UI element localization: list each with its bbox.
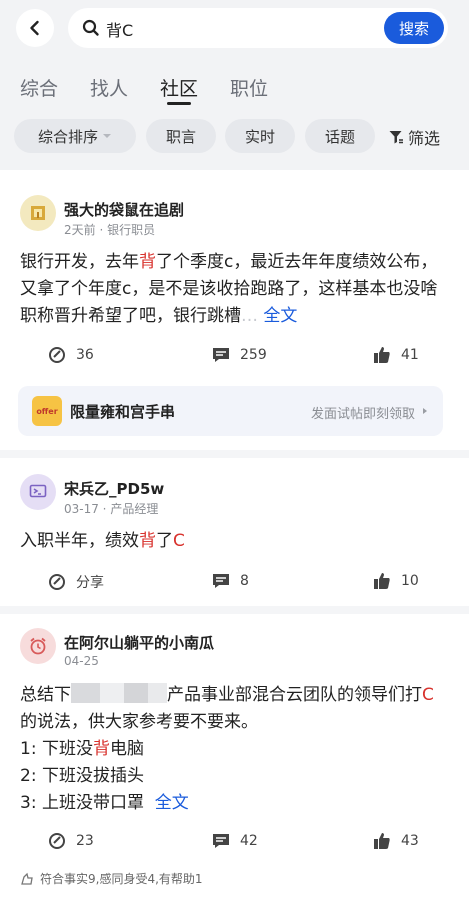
post-text: 电脑 <box>109 739 144 759</box>
active-tab-indicator <box>167 102 191 105</box>
promo-title: 限量雍和宫手串 <box>70 403 176 421</box>
tab-jobs[interactable]: 职位 <box>230 74 268 101</box>
caret-down-icon <box>103 134 111 138</box>
share-action[interactable]: 23 <box>48 832 94 850</box>
share-icon <box>49 574 65 590</box>
post-meta: 2天前 · 银行职员 <box>64 223 156 237</box>
thumbs-up-icon <box>374 347 390 363</box>
share-count: 36 <box>76 347 94 363</box>
comment-count: 8 <box>240 573 249 589</box>
post-text: 1: 下班没 <box>20 739 93 759</box>
like-action[interactable]: 10 <box>373 572 419 590</box>
avatar[interactable] <box>20 195 56 231</box>
like-count: 43 <box>401 833 419 849</box>
comment-action[interactable]: 8 <box>212 572 249 590</box>
post-meta: 03-17 · 产品经理 <box>64 502 159 516</box>
avatar[interactable] <box>20 628 56 664</box>
post-content[interactable]: 总结下 产品事业部混合云团队的领导们打C 的说法，供大家参考要不要来。 1: 下班没… <box>20 682 450 817</box>
comment-action[interactable]: 42 <box>212 832 258 850</box>
chip-topic[interactable]: 话题 <box>305 119 375 153</box>
redacted-text <box>71 683 167 703</box>
search-icon <box>82 19 99 36</box>
share-label: 分享 <box>76 575 104 591</box>
promo-banner[interactable]: offer 限量雍和宫手串 发面试帖即刻领取 <box>18 386 443 436</box>
filter-label: 筛选 <box>408 129 441 148</box>
divider <box>0 606 469 614</box>
sort-label: 综合排序 <box>37 127 98 146</box>
chip-realtime[interactable]: 实时 <box>225 119 295 153</box>
post-text: 总结下 <box>20 685 71 705</box>
share-icon <box>49 833 65 849</box>
thumbs-up-icon <box>374 833 390 849</box>
post-text: 产品事业部混合云团队的领导们打 <box>167 685 422 705</box>
alarm-clock-icon <box>30 637 46 655</box>
gift-icon: offer <box>32 396 62 426</box>
avatar-icon <box>29 484 47 498</box>
divider <box>0 450 469 458</box>
avatar-icon <box>31 206 45 220</box>
reactions-icon <box>21 872 33 885</box>
keyword-highlight: C <box>173 531 185 551</box>
tab-people[interactable]: 找人 <box>90 74 128 101</box>
read-more-link[interactable]: 全文 <box>155 793 189 813</box>
keyword-highlight: 背 <box>139 531 156 551</box>
share-icon <box>49 347 65 363</box>
search-header: 背C 搜索 综合 找人 社区 职位 综合排序 职言 实时 话题 筛选 <box>0 0 469 170</box>
comment-action[interactable]: 259 <box>212 346 267 364</box>
comment-count: 259 <box>240 347 267 363</box>
chip-workplace-talk[interactable]: 职言 <box>146 119 216 153</box>
search-query: 背C <box>106 21 134 40</box>
chevron-left-icon <box>30 20 39 36</box>
share-action[interactable]: 36 <box>48 346 94 364</box>
tab-community[interactable]: 社区 <box>160 74 198 101</box>
reaction-summary: 符合事实9,感同身受4,有帮助1 <box>20 870 203 887</box>
post-text: 入职半年，绩效 <box>20 531 139 551</box>
keyword-highlight: 背 <box>139 252 156 272</box>
reaction-summary-text: 符合事实9,感同身受4,有帮助1 <box>40 872 203 886</box>
comment-icon <box>213 348 229 362</box>
keyword-highlight: C <box>422 685 434 705</box>
keyword-highlight: 背 <box>92 739 110 759</box>
tab-comprehensive[interactable]: 综合 <box>20 74 58 101</box>
post-text: 的说法，供大家参考要不要来。 <box>20 712 258 732</box>
post-meta: 04-25 <box>64 654 99 668</box>
post-author[interactable]: 在阿尔山躺平的小南瓜 <box>64 632 214 653</box>
post-content[interactable]: 银行开发，去年背了个季度c，最近去年年度绩效公布，又拿了个年度c，是不是该收拾跑… <box>20 249 450 330</box>
avatar[interactable] <box>20 474 56 510</box>
share-action[interactable]: 分享 <box>48 572 104 592</box>
back-button[interactable] <box>16 9 54 47</box>
sort-dropdown[interactable]: 综合排序 <box>14 119 136 153</box>
comment-icon <box>213 574 229 588</box>
filter-icon <box>389 131 403 144</box>
post-author[interactable]: 宋兵乙_PD5w <box>64 478 164 499</box>
like-count: 10 <box>401 573 419 589</box>
share-count: 23 <box>76 833 94 849</box>
post-text: 银行开发，去年 <box>20 252 139 272</box>
like-count: 41 <box>401 347 419 363</box>
post-text: 了 <box>156 531 173 551</box>
like-action[interactable]: 41 <box>373 346 419 364</box>
promo-cta[interactable]: 发面试帖即刻领取 <box>311 403 415 422</box>
search-input[interactable]: 背C 搜索 <box>68 8 448 48</box>
like-action[interactable]: 43 <box>373 832 419 850</box>
read-more-link[interactable]: 全文 <box>263 306 297 326</box>
thumbs-up-icon <box>374 573 390 589</box>
promo-icon-text: offer <box>36 406 58 416</box>
search-button[interactable]: 搜索 <box>384 12 444 44</box>
post-text: 3: 上班没带口罩 <box>20 793 144 813</box>
comment-count: 42 <box>240 833 258 849</box>
chevron-right-icon <box>423 408 427 414</box>
post-author[interactable]: 强大的袋鼠在追剧 <box>64 199 184 220</box>
filter-button[interactable]: 筛选 <box>388 125 440 149</box>
post-text: 2: 下班没拔插头 <box>20 766 144 786</box>
post-content[interactable]: 入职半年，绩效背了C <box>20 528 450 555</box>
comment-icon <box>213 834 229 848</box>
